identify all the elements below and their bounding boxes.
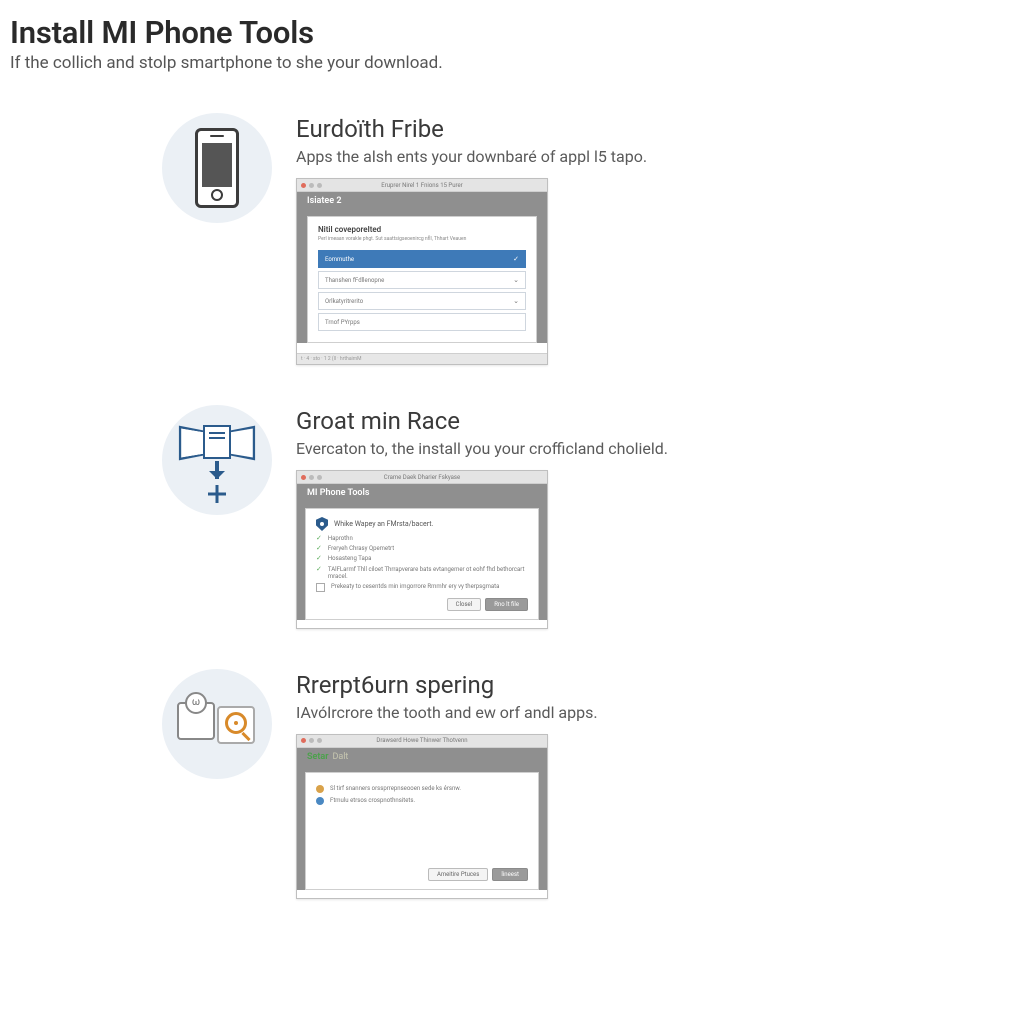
step-2: Groat min Race Evercaton to, the install… <box>162 405 1014 629</box>
bullet-icon <box>316 785 324 793</box>
step-3-title: Rrerpt6urn spering <box>296 671 1014 699</box>
check-icon: ✓ <box>316 535 322 542</box>
cancel-button[interactable]: Closel <box>447 598 482 611</box>
check-item-3: ✓ Hosasteng Tapa <box>316 555 528 562</box>
shield-icon <box>316 517 328 531</box>
badge-icon: ω <box>185 692 207 714</box>
close-icon[interactable] <box>301 183 306 188</box>
zoom-icon[interactable] <box>317 475 322 480</box>
page-subtitle: If the collich and stolp smartphone to s… <box>10 53 1014 73</box>
window-panel: Whike Wapey an FMrsta/bacert. ✓ Haprothn… <box>305 508 539 620</box>
primary-button[interactable]: lineest <box>492 868 528 881</box>
install-icon <box>178 425 256 495</box>
install-button[interactable]: Rno lt file <box>485 598 528 611</box>
check-item-1: ✓ Haprothn <box>316 535 528 542</box>
step-2-window: Crame Daek Dharier Fskyase MI Phone Tool… <box>296 470 548 629</box>
panel-subtitle: Perl imeaan vorakle phgt. Sut saattsigse… <box>318 236 526 242</box>
checkbox-icon[interactable] <box>316 583 325 592</box>
status-item-2: Ftmulu etrsos crospnothnsitets. <box>316 797 528 805</box>
window-titlebar: Drawserd Howe Thinwer Thotvenn <box>297 735 547 748</box>
step-1-title: Eurdoïth Fribe <box>296 115 1014 143</box>
step-2-desc: Evercaton to, the install you your croff… <box>296 439 1014 458</box>
step-1: Eurdoïth Fribe Apps the alsh ents your d… <box>162 113 1014 365</box>
option-row-2[interactable]: Thanshen fFdllenopne ⌄ <box>318 271 526 289</box>
agree-checkbox-row[interactable]: Prekeaty to cesentds min imgorrore Rmmhr… <box>316 583 528 592</box>
panel-title: Nitil coveporelted <box>318 225 526 234</box>
option-label: Orlkatyritrerito <box>325 298 363 305</box>
window-titlebar: Crame Daek Dharier Fskyase <box>297 471 547 484</box>
step-3-desc: IAvólrcrore the tooth and ew orf andl ap… <box>296 703 1014 722</box>
step-3-window: Drawserd Howe Thinwer Thotvenn SetarDalt… <box>296 734 548 899</box>
step-1-icon <box>162 113 272 223</box>
option-label: Eommuthe <box>325 256 354 263</box>
chevron-down-icon: ⌄ <box>513 297 519 305</box>
option-row-3[interactable]: Orlkatyritrerito ⌄ <box>318 292 526 310</box>
check-item-2: ✓ Freryeh Chrasy Qpemetrt <box>316 545 528 552</box>
window-heading: Isiatee 2 <box>297 192 547 210</box>
check-icon: ✓ <box>513 255 519 263</box>
window-footer: t · 4 · sto · 1 2 (ll · hrthaimM <box>297 353 547 364</box>
scan-icon: ω <box>177 696 257 752</box>
minimize-icon[interactable] <box>309 475 314 480</box>
phone-icon <box>195 128 239 208</box>
window-panel: Nitil coveporelted Perl imeaan vorakle p… <box>307 216 537 343</box>
check-icon: ✓ <box>316 555 322 562</box>
close-icon[interactable] <box>301 475 306 480</box>
steps-list: Eurdoïth Fribe Apps the alsh ents your d… <box>162 113 1014 899</box>
minimize-icon[interactable] <box>309 183 314 188</box>
step-3: ω Rrerpt6urn spering IAvólrcrore the too… <box>162 669 1014 899</box>
check-icon: ✓ <box>316 545 322 552</box>
window-panel: Sl tirf snanners orssprrepnseooen sede k… <box>305 772 539 890</box>
option-label: Thanshen fFdllenopne <box>325 277 384 284</box>
status-item-1: Sl tirf snanners orssprrepnseooen sede k… <box>316 785 528 793</box>
zoom-icon[interactable] <box>317 183 322 188</box>
window-title: Crame Daek Dharier Fskyase <box>384 474 460 481</box>
step-2-icon <box>162 405 272 515</box>
window-heading: SetarDalt <box>297 748 547 766</box>
secondary-button[interactable]: Ameitire Ptuces <box>428 868 488 881</box>
check-item-4: ✓ TAlFLarmf Thll ciloet Thrrapverare bat… <box>316 566 528 580</box>
option-row-1[interactable]: Eommuthe ✓ <box>318 250 526 268</box>
option-label: Trnof PYrpps <box>325 319 360 326</box>
zoom-icon[interactable] <box>317 738 322 743</box>
step-1-window: Eruprer Nirel 1 Fnions 15 Purer Isiatee … <box>296 178 548 365</box>
check-icon: ✓ <box>316 566 322 573</box>
step-2-title: Groat min Race <box>296 407 1014 435</box>
checkbox-label: Prekeaty to cesentds min imgorrore Rmmhr… <box>331 583 499 590</box>
option-row-4[interactable]: Trnof PYrpps <box>318 313 526 331</box>
step-3-icon: ω <box>162 669 272 779</box>
close-icon[interactable] <box>301 738 306 743</box>
bullet-icon <box>316 797 324 805</box>
chevron-down-icon: ⌄ <box>513 276 519 284</box>
window-heading: MI Phone Tools <box>297 484 547 502</box>
window-title: Eruprer Nirel 1 Fnions 15 Purer <box>381 182 462 189</box>
page-title: Install MI Phone Tools <box>10 14 1014 51</box>
step-1-desc: Apps the alsh ents your downbaré of appl… <box>296 147 1014 166</box>
window-title: Drawserd Howe Thinwer Thotvenn <box>376 737 467 744</box>
window-titlebar: Eruprer Nirel 1 Fnions 15 Purer <box>297 179 547 192</box>
search-icon <box>225 712 247 734</box>
minimize-icon[interactable] <box>309 738 314 743</box>
panel-lead: Whike Wapey an FMrsta/bacert. <box>334 520 433 528</box>
